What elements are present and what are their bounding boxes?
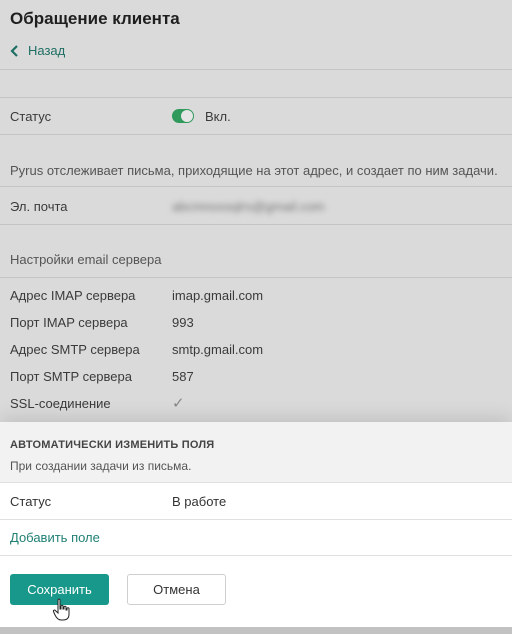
divider [0, 277, 512, 278]
imap-address-label: Адрес IMAP сервера [10, 288, 136, 303]
smtp-port-label: Порт SMTP сервера [10, 369, 132, 384]
divider [0, 97, 512, 98]
status-label: Статус [10, 109, 52, 124]
info-text: Pyrus отслеживает письма, приходящие на … [10, 163, 498, 178]
add-field-link[interactable]: Добавить поле [10, 530, 100, 545]
server-section-heading: Настройки email сервера [10, 252, 162, 267]
cancel-button[interactable]: Отмена [127, 574, 226, 605]
email-label: Эл. почта [10, 199, 68, 214]
divider [0, 482, 512, 483]
divider [0, 186, 512, 187]
panel-header: АВТОМАТИЧЕСКИ ИЗМЕНИТЬ ПОЛЯ При создании… [0, 422, 512, 482]
smtp-address-label: Адрес SMTP сервера [10, 342, 140, 357]
field-status-value[interactable]: В работе [172, 494, 226, 509]
divider [0, 555, 512, 556]
email-value: abcmnoxsqlrs@gmail.com [172, 199, 325, 214]
chevron-left-icon [10, 44, 18, 57]
divider [0, 224, 512, 225]
smtp-address-value: smtp.gmail.com [172, 342, 264, 357]
imap-address-value: imap.gmail.com [172, 288, 264, 303]
panel-subtitle: При создании задачи из письма. [10, 459, 192, 473]
auto-fields-panel: АВТОМАТИЧЕСКИ ИЗМЕНИТЬ ПОЛЯ При создании… [0, 422, 512, 627]
imap-port-value: 993 [172, 315, 194, 330]
divider [0, 69, 512, 70]
page-header: Обращение клиента Назад [0, 0, 512, 70]
ssl-check-icon: ✓ [172, 395, 185, 412]
back-label: Назад [28, 43, 66, 58]
field-status-label: Статус [10, 494, 52, 509]
panel-heading: АВТОМАТИЧЕСКИ ИЗМЕНИТЬ ПОЛЯ [10, 439, 215, 451]
divider [0, 134, 512, 135]
ssl-label: SSL-соединение [10, 396, 111, 411]
smtp-port-value: 587 [172, 369, 194, 384]
page: Обращение клиента Назад Статус Вкл. Pyru… [0, 0, 512, 634]
hand-cursor-icon [52, 598, 70, 621]
bottom-strip [0, 627, 512, 634]
imap-port-label: Порт IMAP сервера [10, 315, 128, 330]
status-toggle[interactable] [172, 109, 194, 123]
back-link[interactable]: Назад [10, 43, 65, 58]
status-toggle-text: Вкл. [205, 109, 231, 124]
divider [0, 519, 512, 520]
page-title: Обращение клиента [10, 9, 180, 28]
